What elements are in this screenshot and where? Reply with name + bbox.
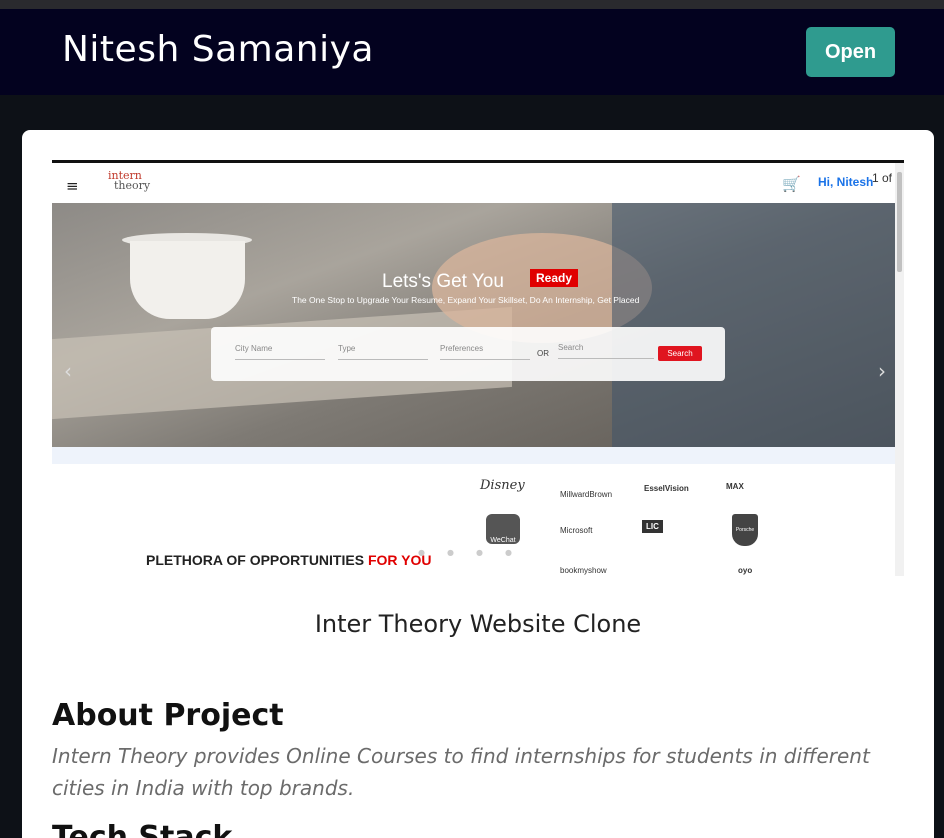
- hero-subtitle: The One Stop to Upgrade Your Resume, Exp…: [292, 295, 640, 305]
- project-card: ≡ intern theory 🛒 Hi, Nitesh 1 of 5 Lets…: [22, 130, 934, 838]
- preferences-field: Preferences: [440, 344, 530, 360]
- screenshot-scroll-thumb: [897, 172, 902, 272]
- light-strip: [52, 447, 895, 464]
- about-heading: About Project: [52, 698, 284, 733]
- search-button-preview: Search: [658, 346, 702, 361]
- brand-name: Nitesh Samaniya: [62, 29, 374, 70]
- greeting-text: Hi, Nitesh: [818, 175, 874, 189]
- microsoft-logo: Microsoft: [560, 526, 593, 535]
- oyo-logo: oyo: [738, 566, 753, 575]
- hero-banner: Lets's Get You Ready The One Stop to Upg…: [52, 203, 895, 447]
- disney-logo: Disney: [480, 478, 525, 493]
- brands-section: Disney MillwardBrown EsselVision MAX WeC…: [52, 464, 895, 576]
- max-logo: MAX: [726, 482, 744, 491]
- plethora-heading: PLETHORA OF OPPORTUNITIES FOR YOU: [146, 552, 431, 568]
- chevron-left-icon: ‹: [64, 359, 72, 383]
- millwardbrown-logo: MillwardBrown: [560, 490, 613, 499]
- hero-title: Lets's Get You: [382, 271, 504, 292]
- hero-badge: Ready: [530, 269, 579, 287]
- wechat-logo: WeChat: [486, 514, 520, 544]
- or-label: OR: [537, 349, 549, 358]
- hamburger-icon: ≡: [66, 177, 79, 195]
- cart-icon: 🛒: [782, 175, 801, 193]
- lic-logo: LIC: [642, 520, 663, 533]
- project-caption: Inter Theory Website Clone: [314, 610, 642, 638]
- bookmyshow-logo: bookmyshow: [560, 566, 607, 575]
- sleeve-image: [612, 203, 895, 447]
- tech-stack-heading: Tech Stack: [52, 820, 233, 838]
- carousel-dots: ●●●●: [418, 548, 534, 557]
- plethora-main-text: PLETHORA OF OPPORTUNITIES: [146, 552, 368, 568]
- open-button[interactable]: Open: [806, 27, 895, 77]
- city-field: City Name: [235, 344, 325, 360]
- top-strip: [0, 0, 944, 9]
- about-text: Intern Theory provides Online Courses to…: [52, 744, 870, 800]
- type-field: Type: [338, 344, 428, 360]
- coffee-cup-image: [130, 241, 245, 319]
- chevron-right-icon: ›: [878, 359, 886, 383]
- search-panel: City Name Type Preferences OR Search Sea…: [211, 327, 725, 381]
- logo-bottom-text: theory: [114, 179, 151, 192]
- esselvision-logo: EsselVision: [644, 484, 689, 493]
- screenshot-navbar: ≡ intern theory 🛒 Hi, Nitesh 1 of 5: [52, 163, 904, 203]
- search-field: Search: [558, 343, 654, 359]
- project-screenshot[interactable]: ≡ intern theory 🛒 Hi, Nitesh 1 of 5 Lets…: [52, 160, 904, 576]
- header: Nitesh Samaniya Open: [0, 9, 944, 95]
- porsche-logo: Porsche: [732, 514, 758, 546]
- intern-theory-logo: intern theory: [108, 170, 151, 192]
